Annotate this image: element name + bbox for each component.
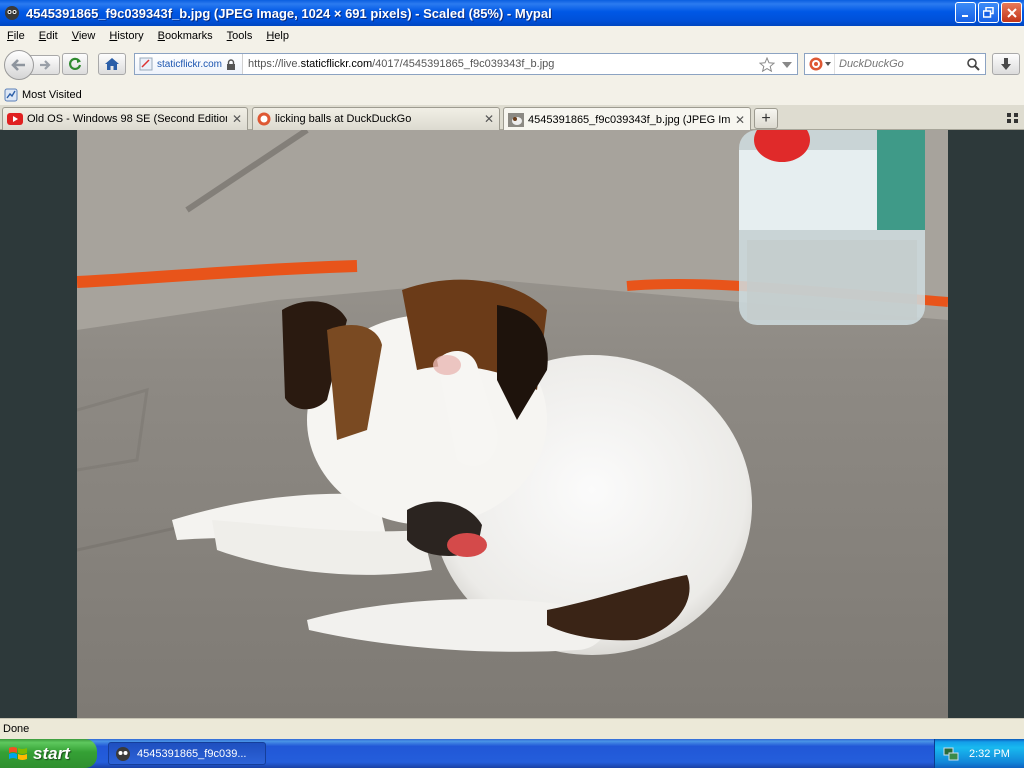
windows-logo-icon — [9, 746, 27, 760]
back-arrow-icon — [11, 59, 25, 71]
system-tray: 2:32 PM — [934, 739, 1024, 768]
most-visited-label: Most Visited — [22, 88, 82, 101]
bookmarks-toolbar: Most Visited — [0, 84, 1024, 105]
back-forward-group — [4, 50, 60, 80]
tab-close-icon[interactable]: ✕ — [231, 112, 243, 126]
downloads-button[interactable] — [992, 53, 1020, 75]
menu-edit-label: dit — [46, 30, 58, 42]
menu-history[interactable]: History — [102, 30, 150, 42]
start-label: start — [33, 743, 70, 763]
menu-help[interactable]: Help — [259, 30, 296, 42]
duckduckgo-favicon-icon — [257, 112, 271, 126]
minimize-button[interactable] — [955, 2, 976, 23]
bookmark-star-icon[interactable] — [759, 57, 775, 72]
restore-icon — [983, 7, 994, 18]
url-text: https://live.staticflickr.com/4017/45453… — [243, 58, 554, 70]
tab-duckduckgo[interactable]: licking balls at DuckDuckGo ✕ — [252, 107, 500, 130]
close-icon — [1006, 7, 1017, 18]
close-button[interactable] — [1001, 2, 1022, 23]
menu-tools[interactable]: Tools — [220, 30, 260, 42]
menu-history-label: istory — [117, 30, 144, 42]
mypal-app-icon — [5, 6, 19, 20]
task-label: 4545391865_f9c039... — [137, 747, 247, 760]
network-icon[interactable] — [943, 746, 959, 762]
window-title: 4545391865_f9c039343f_b.jpg (JPEG Image,… — [26, 5, 552, 21]
content-area — [0, 130, 1024, 718]
home-icon — [105, 58, 119, 70]
menu-view-accel: V — [71, 30, 79, 42]
menu-help-label: elp — [274, 30, 289, 42]
menu-bar: File Edit View History Bookmarks Tools H… — [0, 26, 1024, 46]
duckduckgo-icon — [809, 57, 822, 71]
bookmark-most-visited[interactable]: Most Visited — [4, 88, 82, 102]
minimize-icon — [961, 14, 968, 17]
tab-oldos[interactable]: Old OS - Windows 98 SE (Second Edition).… — [2, 107, 248, 130]
clock[interactable]: 2:32 PM — [969, 748, 1010, 760]
menu-bookmarks-accel: B — [157, 30, 165, 42]
menu-edit-accel: E — [38, 30, 47, 42]
url-dropdown-icon[interactable] — [782, 62, 792, 68]
menu-tools-label: ools — [232, 30, 253, 42]
taskbar-task-mypal[interactable]: 4545391865_f9c039... — [108, 742, 266, 765]
youtube-icon — [7, 113, 23, 125]
menu-view-label: iew — [78, 30, 96, 42]
search-input[interactable] — [835, 58, 959, 70]
menu-bookmarks[interactable]: Bookmarks — [151, 30, 220, 42]
reload-icon — [69, 57, 82, 70]
puppy-photo[interactable] — [77, 130, 948, 718]
status-text: Done — [3, 723, 30, 735]
search-icon[interactable] — [966, 57, 980, 71]
menu-file-accel: F — [7, 30, 14, 42]
site-identity-button[interactable]: staticflickr.com — [135, 54, 244, 74]
menu-file-label: ile — [13, 30, 25, 42]
tab-image-active[interactable]: 4545391865_f9c039343f_b.jpg (JPEG Im... … — [503, 107, 751, 131]
restore-button[interactable] — [978, 2, 999, 23]
menu-bookmarks-label: ookmarks — [164, 30, 213, 42]
plus-icon: + — [761, 109, 771, 127]
tab-label: 4545391865_f9c039343f_b.jpg (JPEG Im... — [528, 113, 730, 126]
menu-file[interactable]: File — [0, 30, 32, 42]
url-path: /4017/4545391865_f9c039343f_b.jpg — [372, 58, 555, 70]
identity-label: staticflickr.com — [157, 58, 223, 70]
site-favicon-icon — [139, 57, 153, 71]
most-visited-icon — [4, 88, 18, 101]
image-thumbnail-icon — [508, 112, 524, 127]
title-bar: 4545391865_f9c039343f_b.jpg (JPEG Image,… — [0, 0, 1024, 26]
reload-button[interactable] — [62, 53, 88, 75]
menu-view[interactable]: View — [65, 30, 103, 42]
lock-icon — [227, 58, 236, 70]
home-button[interactable] — [98, 53, 126, 75]
tab-label: Old OS - Windows 98 SE (Second Edition).… — [27, 113, 227, 125]
url-bar[interactable]: staticflickr.com https://live.staticflic… — [134, 53, 798, 75]
taskbar: start 4545391865_f9c039... 2:32 PM — [0, 739, 1024, 768]
search-engine-button[interactable] — [805, 54, 835, 74]
navigation-toolbar: staticflickr.com https://live.staticflic… — [0, 46, 1024, 84]
tab-close-icon[interactable]: ✕ — [734, 113, 746, 127]
engine-dropdown-icon — [824, 62, 831, 66]
back-button[interactable] — [4, 50, 34, 80]
url-prefix: https://live. — [248, 58, 301, 70]
download-arrow-icon — [1001, 58, 1011, 70]
window-controls — [955, 2, 1022, 23]
new-tab-button[interactable]: + — [754, 108, 778, 129]
tab-label: licking balls at DuckDuckGo — [275, 113, 412, 125]
forward-arrow-icon — [39, 60, 51, 70]
menu-edit[interactable]: Edit — [32, 30, 65, 42]
start-button[interactable]: start — [0, 739, 97, 768]
search-bar — [804, 53, 986, 75]
list-all-tabs-icon[interactable] — [1006, 111, 1020, 125]
status-bar: Done — [0, 718, 1024, 739]
tab-close-icon[interactable]: ✕ — [483, 112, 495, 126]
url-domain: staticflickr.com — [300, 58, 373, 70]
tab-strip: Old OS - Windows 98 SE (Second Edition).… — [0, 105, 1024, 131]
mypal-task-icon — [116, 746, 130, 761]
forward-button[interactable] — [30, 55, 60, 75]
